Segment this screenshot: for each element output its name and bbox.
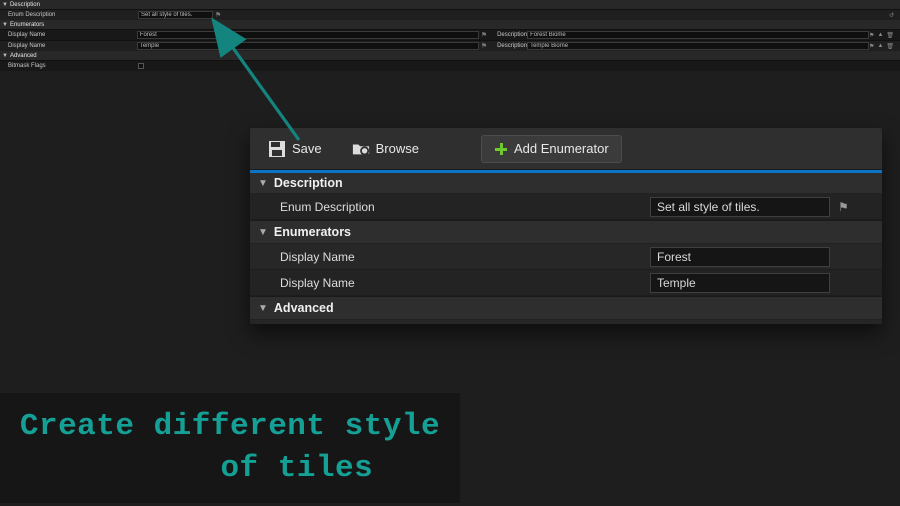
top-section-label: Description [10, 2, 40, 8]
zoom-section-description[interactable]: ▼ Description [250, 170, 882, 194]
up-icon[interactable]: ▲ [877, 43, 883, 50]
zoom-display-name-label: Display Name [280, 250, 650, 264]
zoom-section-label: Advanced [274, 301, 334, 315]
chevron-down-icon: ▼ [258, 227, 268, 238]
top-enum-row: Display Name ⚑ Description ⚑ ▲ 🗑 [0, 40, 900, 51]
trash-icon[interactable]: 🗑 [886, 43, 894, 50]
top-desc-label: Description [497, 32, 527, 38]
top-display-name-label: Display Name [8, 43, 137, 49]
flag-icon[interactable]: ⚑ [481, 42, 487, 50]
browse-icon [352, 140, 370, 158]
browse-button[interactable]: Browse [344, 135, 427, 163]
plus-icon [494, 142, 508, 156]
zoom-toolbar: Save Browse Add Enumerator [250, 128, 882, 170]
up-icon[interactable]: ▲ [877, 32, 883, 39]
annotation-caption: Create different style of tiles [0, 393, 460, 503]
zoom-enum-desc-input[interactable] [650, 197, 830, 217]
zoom-display-name-input[interactable] [650, 273, 830, 293]
top-enum-row: Display Name ⚑ Description ⚑ ▲ 🗑 [0, 29, 900, 40]
chevron-down-icon: ▼ [258, 178, 268, 189]
top-enum-desc-row: Enum Description ⚑ ↺ [0, 9, 900, 20]
top-enum-desc-label: Enum Description [8, 12, 138, 18]
top-section-label: Advanced [10, 53, 37, 59]
chevron-down-icon: ▼ [2, 22, 8, 28]
zoom-display-name-label: Display Name [280, 276, 650, 290]
chevron-down-icon: ▼ [2, 2, 8, 8]
reset-icon[interactable]: ↺ [889, 12, 894, 19]
save-label: Save [292, 141, 322, 156]
zoom-enum-desc-row: Enum Description ⚑ [250, 194, 882, 220]
top-bitmask-label: Bitmask Flags [8, 63, 138, 69]
trash-icon[interactable]: 🗑 [886, 32, 894, 39]
zoom-enum-row: Display Name [250, 244, 882, 270]
zoom-section-label: Description [274, 176, 343, 190]
caption-text: Create different style of tiles [20, 406, 440, 490]
chevron-down-icon: ▼ [2, 53, 8, 59]
add-enum-label: Add Enumerator [514, 141, 609, 156]
save-button[interactable]: Save [260, 135, 330, 163]
bitmask-checkbox[interactable] [138, 63, 144, 69]
zoom-section-label: Enumerators [274, 225, 351, 239]
zoom-card: Save Browse Add Enumerator ▼ Description… [250, 128, 882, 324]
save-icon [268, 140, 286, 158]
flag-icon[interactable]: ⚑ [869, 32, 874, 39]
top-section-enumerators[interactable]: ▼ Enumerators [0, 20, 900, 29]
top-desc-label: Description [497, 43, 527, 49]
top-details-panel: ▼ Description Enum Description ⚑ ↺ ▼ Enu… [0, 0, 900, 71]
top-section-advanced[interactable]: ▼ Advanced [0, 51, 900, 60]
zoom-section-advanced[interactable]: ▼ Advanced [250, 296, 882, 320]
flag-icon[interactable]: ⚑ [215, 11, 221, 19]
flag-icon[interactable]: ⚑ [838, 200, 849, 214]
top-display-name-input[interactable] [137, 31, 479, 39]
zoom-section-enumerators[interactable]: ▼ Enumerators [250, 220, 882, 244]
top-section-label: Enumerators [10, 22, 44, 28]
top-enum-desc-input[interactable] [138, 11, 213, 19]
top-display-name-label: Display Name [8, 32, 137, 38]
browse-label: Browse [376, 141, 419, 156]
add-enumerator-button[interactable]: Add Enumerator [481, 135, 622, 163]
zoom-enum-row: Display Name [250, 270, 882, 296]
zoom-display-name-input[interactable] [650, 247, 830, 267]
top-display-name-input[interactable] [137, 42, 479, 50]
top-desc-input[interactable] [527, 42, 869, 50]
top-bitmask-row: Bitmask Flags [0, 60, 900, 71]
chevron-down-icon: ▼ [258, 303, 268, 314]
flag-icon[interactable]: ⚑ [481, 31, 487, 39]
top-desc-input[interactable] [527, 31, 869, 39]
top-section-description[interactable]: ▼ Description [0, 0, 900, 9]
flag-icon[interactable]: ⚑ [869, 43, 874, 50]
zoom-enum-desc-label: Enum Description [280, 200, 650, 214]
